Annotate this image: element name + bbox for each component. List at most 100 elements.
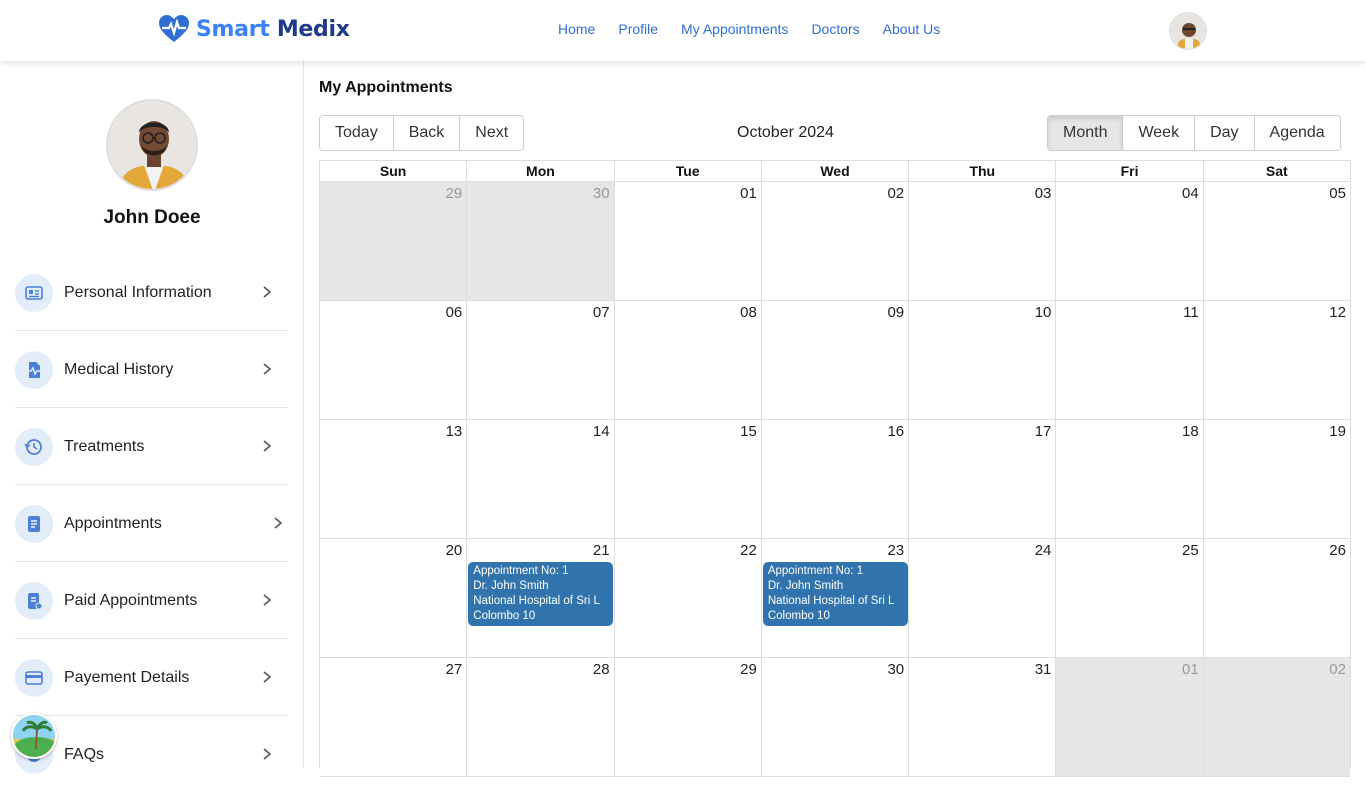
day-number[interactable]: 09	[887, 304, 904, 321]
floating-widget-icon[interactable]	[11, 713, 57, 759]
calendar-day-cell[interactable]: 16	[762, 420, 910, 538]
next-button[interactable]: Next	[460, 116, 524, 150]
nav-profile[interactable]: Profile	[618, 21, 658, 37]
chevron-right-icon	[263, 748, 272, 760]
day-number[interactable]: 30	[887, 661, 904, 678]
calendar-day-cell[interactable]: 09	[762, 301, 910, 419]
calendar-day-cell[interactable]: 28	[467, 658, 615, 776]
calendar-day-cell[interactable]: 02	[1203, 658, 1350, 776]
calendar-day-cell[interactable]: 17	[909, 420, 1057, 538]
calendar-day-cell[interactable]: 30	[762, 658, 910, 776]
view-month-button[interactable]: Month	[1048, 116, 1124, 150]
calendar-day-cell[interactable]: 13	[320, 420, 468, 538]
sidebar-item-medical-history[interactable]: Medical History	[15, 331, 288, 408]
day-number[interactable]: 29	[740, 661, 757, 678]
day-number[interactable]: 14	[593, 423, 610, 440]
day-number[interactable]: 12	[1329, 304, 1346, 321]
day-number[interactable]: 27	[446, 661, 463, 678]
calendar-day-cell[interactable]: 26	[1204, 539, 1350, 657]
day-number[interactable]: 17	[1035, 423, 1052, 440]
day-number[interactable]: 19	[1329, 423, 1346, 440]
day-number[interactable]: 13	[446, 423, 463, 440]
calendar-day-cell[interactable]: 29	[615, 658, 762, 776]
nav-about-us[interactable]: About Us	[883, 21, 941, 37]
user-avatar[interactable]	[1169, 12, 1207, 50]
calendar-day-cell[interactable]: 12	[1204, 301, 1350, 419]
calendar-day-cell[interactable]: 11	[1056, 301, 1204, 419]
calendar-day-cell[interactable]: 24	[909, 539, 1057, 657]
chevron-right-icon	[263, 671, 272, 683]
day-number[interactable]: 25	[1182, 542, 1199, 559]
calendar-day-cell[interactable]: 29	[320, 182, 468, 300]
day-number[interactable]: 07	[593, 304, 610, 321]
calendar-day-cell[interactable]: 21 Appointment No: 1 Dr. John Smith Nationa…	[467, 539, 615, 657]
calendar-day-cell[interactable]: 06	[320, 301, 468, 419]
day-number[interactable]: 08	[740, 304, 757, 321]
calendar-day-cell[interactable]: 14	[467, 420, 615, 538]
main-content: My Appointments Today Back Next October …	[304, 61, 1366, 777]
calendar-day-cell[interactable]: 25	[1056, 539, 1204, 657]
sidebar-item-label: Appointments	[64, 515, 162, 532]
calendar-day-cell[interactable]: 07	[467, 301, 615, 419]
calendar-day-cell[interactable]: 27	[320, 658, 468, 776]
sidebar-item-paid-appointments[interactable]: Paid Appointments	[15, 562, 288, 639]
sidebar-item-personal-information[interactable]: Personal Information	[15, 254, 288, 331]
day-number[interactable]: 22	[740, 542, 757, 559]
nav-my-appointments[interactable]: My Appointments	[681, 21, 788, 37]
calendar-day-cell[interactable]: 15	[615, 420, 762, 538]
day-number[interactable]: 16	[887, 423, 904, 440]
view-week-button[interactable]: Week	[1123, 116, 1196, 150]
view-day-button[interactable]: Day	[1195, 116, 1255, 150]
day-number[interactable]: 31	[1035, 661, 1052, 678]
day-number[interactable]: 30	[593, 185, 610, 202]
appointment-event[interactable]: Appointment No: 1 Dr. John Smith National …	[468, 562, 614, 626]
day-number[interactable]: 28	[593, 661, 610, 678]
calendar-day-cell[interactable]: 05	[1204, 182, 1350, 300]
day-number[interactable]: 15	[740, 423, 757, 440]
calendar-day-cell[interactable]: 22	[615, 539, 762, 657]
sidebar-item-payement-details[interactable]: Payement Details	[15, 639, 288, 716]
calendar-day-cell[interactable]: 20	[320, 539, 468, 657]
today-button[interactable]: Today	[320, 116, 394, 150]
view-agenda-button[interactable]: Agenda	[1254, 116, 1340, 150]
event-line: Appointment No: 1	[473, 565, 569, 577]
day-number[interactable]: 20	[446, 542, 463, 559]
day-number[interactable]: 26	[1329, 542, 1346, 559]
day-number[interactable]: 23	[887, 542, 904, 559]
day-number[interactable]: 10	[1035, 304, 1052, 321]
day-number[interactable]: 11	[1183, 304, 1199, 321]
calendar-day-cell[interactable]: 04	[1056, 182, 1204, 300]
calendar-day-cell[interactable]: 03	[909, 182, 1057, 300]
day-number[interactable]: 29	[446, 185, 463, 202]
back-button[interactable]: Back	[393, 116, 461, 150]
sidebar-item-treatments[interactable]: Treatments	[15, 408, 288, 485]
day-number[interactable]: 05	[1329, 185, 1346, 202]
calendar-day-cell[interactable]: 01	[615, 182, 762, 300]
appointment-event[interactable]: Appointment No: 1 Dr. John Smith National …	[762, 562, 908, 626]
nav-doctors[interactable]: Doctors	[811, 21, 859, 37]
nav-home[interactable]: Home	[558, 21, 595, 37]
calendar-day-cell[interactable]: 18	[1056, 420, 1204, 538]
sidebar-item-label: Payement Details	[64, 669, 190, 686]
calendar-day-cell[interactable]: 10	[909, 301, 1057, 419]
calendar-day-cell[interactable]: 01	[1056, 658, 1204, 776]
day-number[interactable]: 01	[740, 185, 757, 202]
day-number[interactable]: 18	[1182, 423, 1199, 440]
calendar-day-cell[interactable]: 31	[909, 658, 1057, 776]
calendar-day-cell[interactable]: 08	[615, 301, 762, 419]
day-number[interactable]: 04	[1182, 185, 1199, 202]
day-number[interactable]: 02	[887, 185, 904, 202]
day-number[interactable]: 06	[446, 304, 463, 321]
day-number[interactable]: 02	[1329, 661, 1346, 678]
calendar-day-cell[interactable]: 23 Appointment No: 1 Dr. John Smith Nationa…	[762, 539, 910, 657]
sidebar-item-appointments[interactable]: Appointments	[15, 485, 288, 562]
day-number[interactable]: 21	[593, 542, 610, 559]
sidebar-item-faqs[interactable]: ? FAQs	[15, 716, 288, 793]
calendar-day-cell[interactable]: 30	[467, 182, 615, 300]
calendar-day-cell[interactable]: 19	[1204, 420, 1350, 538]
day-number[interactable]: 24	[1035, 542, 1052, 559]
day-number[interactable]: 01	[1182, 661, 1199, 678]
day-number[interactable]: 03	[1035, 185, 1052, 202]
calendar-day-cell[interactable]: 02	[762, 182, 910, 300]
brand-logo[interactable]: Smart Medix	[158, 14, 350, 44]
